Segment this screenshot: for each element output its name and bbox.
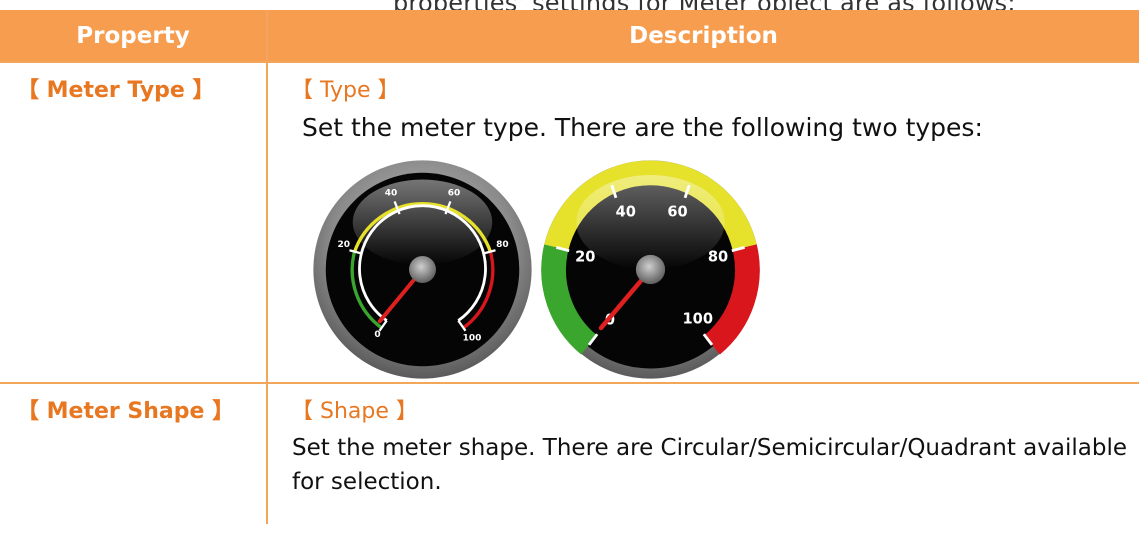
table-row: 【 Meter Type 】 【 Type 】 Set the meter ty… bbox=[0, 61, 1139, 383]
description-cell: 【 Shape 】 Set the meter shape. There are… bbox=[267, 381, 1139, 524]
tick-label: 20 bbox=[575, 248, 595, 265]
header-property: Property bbox=[0, 10, 268, 62]
field-label-type: 【 Type 】 bbox=[291, 78, 400, 103]
properties-table: Property Description 【 Meter Type 】 【 Ty… bbox=[0, 10, 1139, 524]
tick-label: 60 bbox=[448, 188, 461, 198]
tick-label: 100 bbox=[683, 310, 714, 327]
tick-label: 20 bbox=[337, 240, 350, 250]
table-row: 【 Meter Shape 】 【 Shape 】 Set the meter … bbox=[0, 381, 1139, 524]
table-header-row: Property Description bbox=[0, 10, 1139, 62]
property-cell: 【 Meter Shape 】 bbox=[0, 381, 268, 524]
document-page: properties' settings for Meter object ar… bbox=[0, 0, 1139, 543]
meter-examples: 0 20 40 60 80 100 20 40 60 80 100 bbox=[268, 145, 1139, 382]
tick-label: 0 bbox=[374, 330, 380, 340]
tick-label: 60 bbox=[667, 203, 687, 220]
meter-thin-arc-image: 0 20 40 60 80 100 bbox=[313, 159, 532, 379]
tick-label: 80 bbox=[708, 248, 728, 265]
meter-filled-band-image: 0 20 40 60 80 100 bbox=[541, 159, 760, 379]
property-label-meter-type: 【 Meter Type 】 bbox=[17, 78, 215, 103]
tick-label: 40 bbox=[385, 188, 398, 198]
header-description: Description bbox=[267, 10, 1139, 62]
tick-label: 40 bbox=[616, 203, 636, 220]
description-text: Set the meter type. There are the follow… bbox=[302, 113, 983, 142]
description-text: Set the meter shape. There are Circular/… bbox=[292, 434, 1127, 496]
tick-label: 100 bbox=[463, 333, 482, 343]
field-label-shape: 【 Shape 】 bbox=[291, 398, 418, 424]
tick-label: 80 bbox=[496, 240, 509, 250]
property-label-meter-shape: 【 Meter Shape 】 bbox=[17, 398, 235, 424]
description-cell: 【 Type 】 Set the meter type. There are t… bbox=[267, 61, 1139, 383]
property-cell: 【 Meter Type 】 bbox=[0, 61, 268, 383]
